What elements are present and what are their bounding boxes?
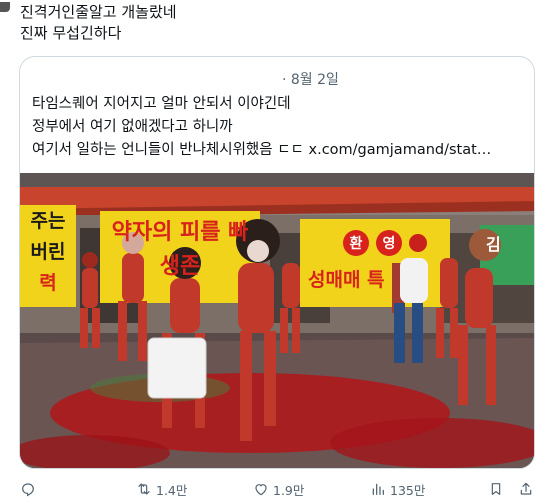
post-actions-bar: 1.4만 1.9만 135만 bbox=[0, 480, 549, 498]
banner-center: 약자의 피를 빠 생존 bbox=[100, 219, 260, 281]
retweet-count: 1.4만 bbox=[156, 482, 188, 498]
heart-icon bbox=[255, 484, 267, 496]
views-chart-icon bbox=[372, 483, 384, 495]
quoted-post-photo[interactable]: 주는 버린 력 약자의 피를 빠 생존 환 영 성매매 특 김 bbox=[20, 173, 534, 468]
banner-left-line-2: 버린 bbox=[30, 241, 66, 263]
protest-photo-illustration bbox=[20, 173, 534, 468]
views-count: 135만 bbox=[390, 482, 426, 498]
reply-icon bbox=[22, 483, 34, 497]
bookmark-icon bbox=[491, 483, 501, 495]
retweet-button[interactable]: 1.4만 bbox=[136, 480, 187, 498]
post-text-line-2: 진짜 무섭긴하다 bbox=[20, 24, 122, 42]
banner-center-line-1: 약자의 피를 빠 bbox=[111, 220, 249, 245]
banner-far-right: 김 bbox=[486, 235, 501, 254]
like-count: 1.9만 bbox=[273, 482, 305, 498]
quoted-post-line-3: 여기서 일하는 언니들이 반나체시위했음 ㄷㄷ x.com/gamjamand/… bbox=[32, 139, 527, 162]
quoted-post-date[interactable]: · 8월 2일 bbox=[282, 69, 339, 89]
reply-button[interactable] bbox=[20, 480, 40, 498]
share-button[interactable] bbox=[518, 480, 538, 498]
quoted-post-line-1: 타임스퀘어 지어지고 얼마 안되서 이야긴데 bbox=[32, 96, 291, 112]
post-text: 진격거인줄알고 개놀랐네 진짜 무섭긴하다 bbox=[20, 2, 540, 44]
banner-center-line-2: 생존 bbox=[159, 254, 201, 279]
share-icon bbox=[520, 482, 532, 495]
bookmark-button[interactable] bbox=[488, 480, 508, 498]
quoted-post-line-3-text: 여기서 일하는 언니들이 반나체시위했음 ㄷㄷ bbox=[32, 142, 309, 158]
banner-left-line-3: 력 bbox=[39, 272, 57, 294]
quoted-post-header: · 8월 2일 bbox=[20, 69, 534, 89]
post-text-line-1: 진격거인줄알고 개놀랐네 bbox=[20, 3, 177, 21]
banner-left-line-1: 주는 bbox=[30, 210, 66, 232]
banner-left: 주는 버린 력 bbox=[20, 209, 76, 296]
avatar[interactable] bbox=[0, 2, 10, 12]
retweet-icon bbox=[138, 483, 150, 495]
quoted-post-card[interactable]: · 8월 2일 타임스퀘어 지어지고 얼마 안되서 이야긴데 정부에서 여기 없… bbox=[19, 56, 535, 469]
quoted-post-text: 타임스퀘어 지어지고 얼마 안되서 이야긴데 정부에서 여기 없애겠다고 하니까… bbox=[32, 93, 527, 162]
banner-right-badge-1: 환 bbox=[349, 236, 363, 252]
banner-right-line: 성매매 특 bbox=[308, 269, 385, 291]
views-button[interactable]: 135만 bbox=[370, 480, 425, 498]
banner-right-badge-2: 영 bbox=[382, 236, 396, 252]
like-button[interactable]: 1.9만 bbox=[253, 480, 304, 498]
quoted-post-link[interactable]: x.com/gamjamand/stat… bbox=[309, 142, 492, 158]
quoted-post-line-2: 정부에서 여기 없애겠다고 하니까 bbox=[32, 119, 233, 135]
